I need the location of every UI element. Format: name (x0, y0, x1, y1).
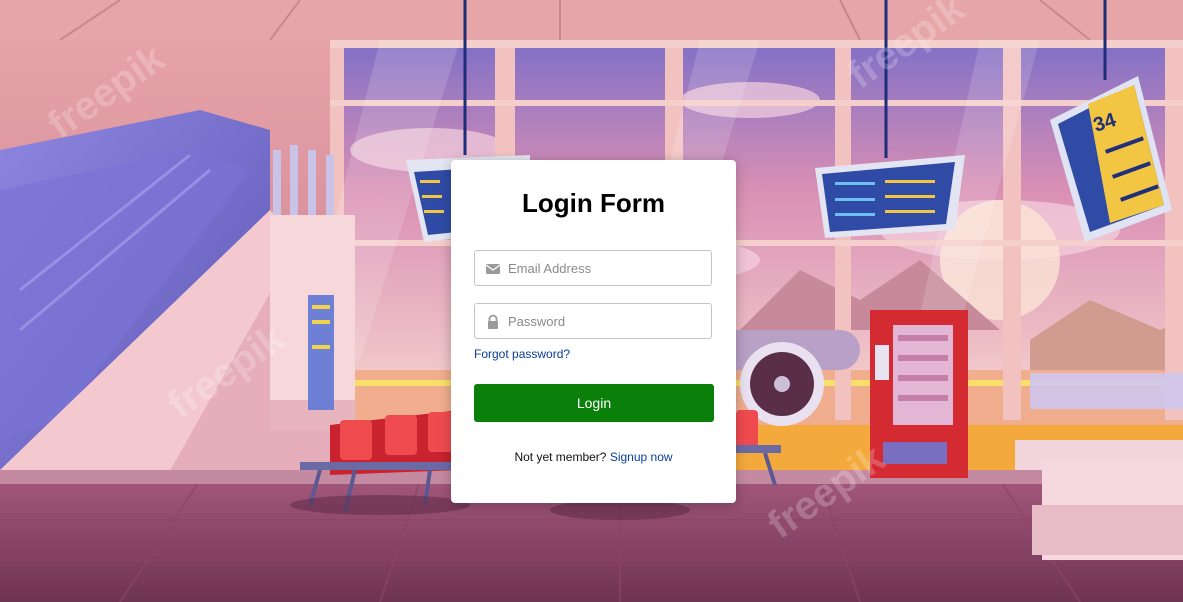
signup-link[interactable]: Signup now (610, 450, 673, 464)
lock-icon (485, 314, 501, 330)
forgot-password-link[interactable]: Forgot password? (474, 347, 570, 361)
password-field[interactable] (474, 303, 712, 339)
signup-row: Not yet member? Signup now (451, 450, 736, 464)
email-field[interactable] (474, 250, 712, 286)
email-input[interactable] (508, 251, 703, 285)
login-card: Login Form Forgot password? Login Not ye… (451, 160, 736, 503)
login-button[interactable]: Login (474, 384, 714, 422)
form-title: Login Form (522, 188, 665, 218)
envelope-icon (485, 261, 501, 277)
password-input[interactable] (508, 304, 703, 338)
signup-prompt: Not yet member? (514, 450, 607, 464)
